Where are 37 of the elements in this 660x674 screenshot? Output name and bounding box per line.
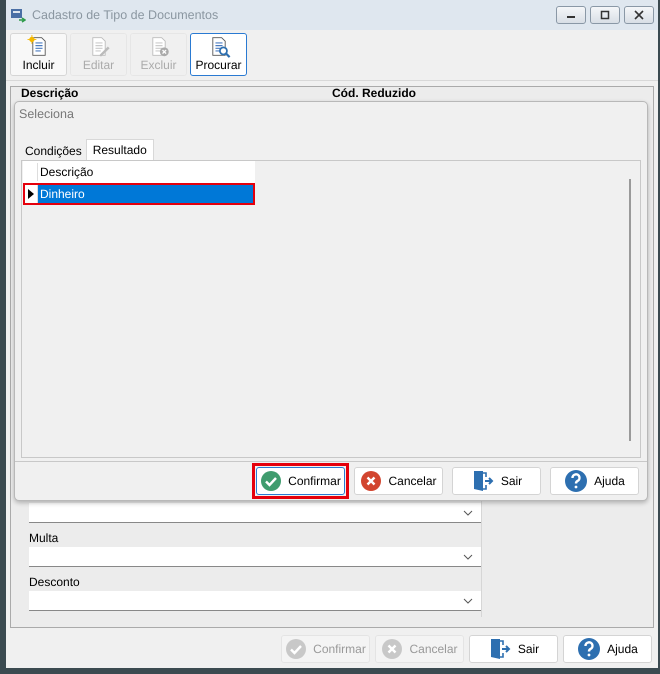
check-icon [260, 470, 282, 492]
tab[interactable]: Condições [21, 142, 86, 160]
column-label: Cód. Reduzido [332, 87, 417, 102]
help-icon [577, 637, 602, 661]
dialog-button[interactable]: Ajuda [550, 467, 639, 495]
maximize-button[interactable] [590, 6, 620, 24]
dropdown-field[interactable] [29, 591, 481, 611]
footer-button[interactable]: Sair [469, 635, 558, 663]
chevron-down-icon [463, 598, 473, 604]
toolbar-button[interactable]: Incluir [10, 33, 67, 76]
tab[interactable]: Resultado [86, 139, 154, 160]
footer-button[interactable]: Ajuda [563, 635, 652, 663]
cancel-icon [360, 470, 382, 492]
chevron-down-icon [463, 554, 473, 560]
close-button[interactable] [624, 6, 654, 24]
scrollbar[interactable] [629, 179, 631, 441]
dialog-button[interactable]: Cancelar [354, 467, 443, 495]
dropdown-field[interactable] [29, 503, 481, 523]
app-icon [10, 7, 26, 23]
row-pointer-icon [28, 189, 34, 199]
close-icon [634, 10, 644, 20]
dialog-button[interactable]: Confirmar [256, 467, 345, 495]
maximize-icon [600, 10, 610, 20]
column-label: Descrição [21, 87, 80, 102]
minimize-button[interactable] [556, 6, 586, 24]
help-icon [564, 469, 588, 493]
cancel-icon [381, 638, 404, 660]
toolbar-button[interactable]: Procurar [190, 33, 247, 76]
window-title: Cadastro de Tipo de Documentos [32, 8, 220, 22]
dialog-button[interactable]: Sair [452, 467, 541, 495]
dropdown-field[interactable] [29, 547, 481, 567]
dialog-title: Seleciona [18, 106, 75, 123]
table-row[interactable]: Dinheiro [38, 185, 253, 203]
check-icon [285, 638, 308, 660]
field-label: Multa [29, 531, 60, 545]
field-label: Desconto [29, 575, 81, 589]
chevron-down-icon [463, 510, 473, 516]
